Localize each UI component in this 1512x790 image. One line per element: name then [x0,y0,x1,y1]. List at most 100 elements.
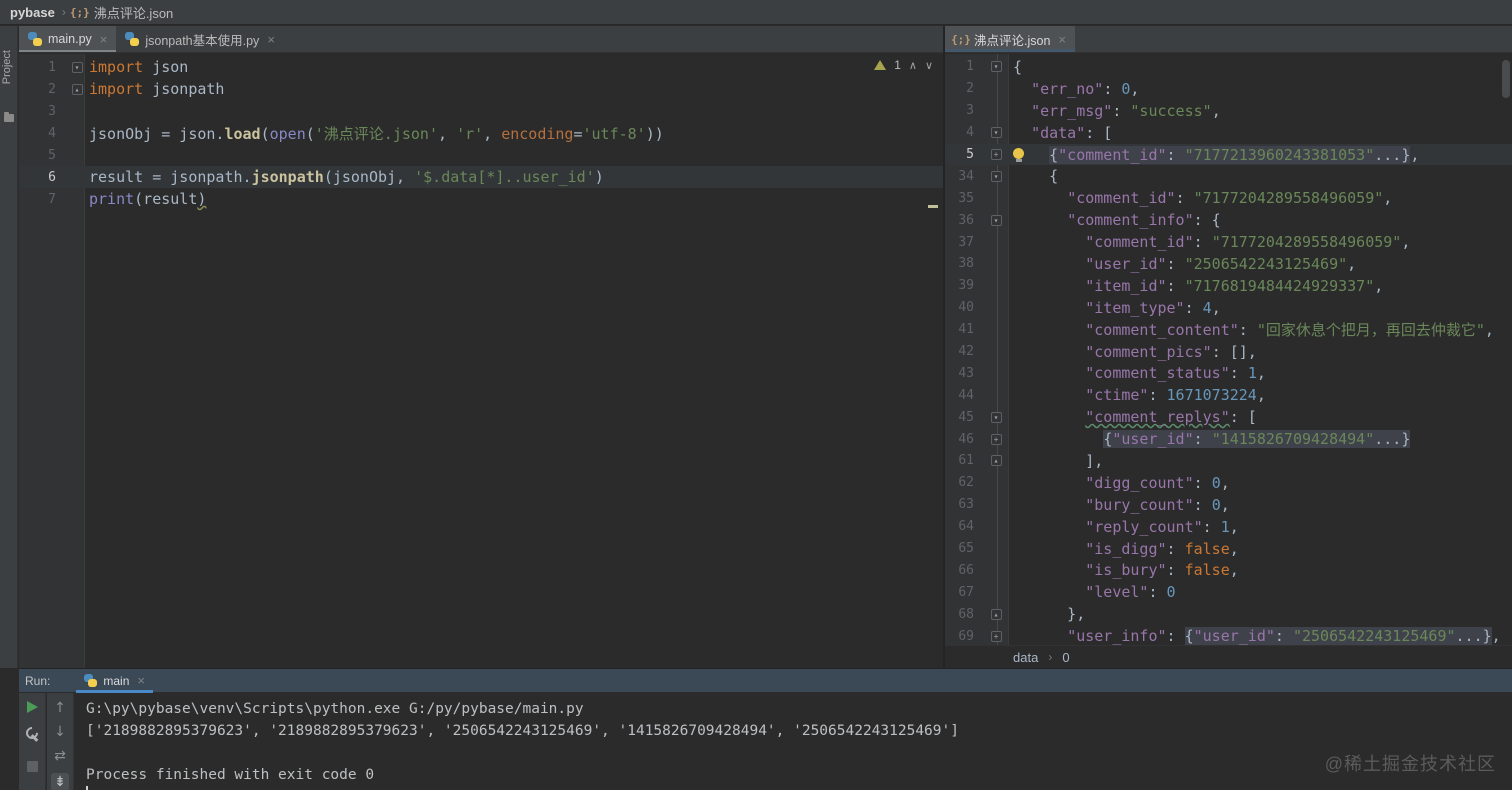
fold-column: ▴ [69,83,85,95]
code-text: "user_info": {"user_id": "25065422431254… [1009,627,1501,645]
line-number: 40 [958,300,974,316]
token: "err_no" [1031,79,1104,98]
token: ) [594,168,604,186]
breadcrumb-project[interactable]: pybase [10,5,55,20]
token: "user_id" [1085,254,1167,273]
close-tab-icon[interactable]: × [137,673,145,688]
code-text: "item_id": "7176819484424929337", [1009,277,1383,295]
line-number: 4 [966,125,974,141]
token: : [1166,627,1185,645]
prev-problem-icon[interactable]: ∧ [909,59,917,72]
python-editor[interactable]: 1 ▾ import json 2 ▴ import jsonpath 3 4 jsonObj … [19,54,943,668]
watermark: @稀土掘金技术社区 [1324,754,1496,774]
close-tab-icon[interactable]: × [100,32,108,47]
line-number: 2 [48,81,56,97]
token: "ctime" [1085,386,1149,405]
token: "level" [1085,583,1149,602]
line-number: 3 [48,103,56,119]
breadcrumb-file[interactable]: 沸点评论.json [94,3,173,22]
token: "is_bury" [1085,561,1167,580]
fold-marker[interactable]: ▴ [990,455,1002,467]
code-text: {"comment_id": "7177213960243381053"...}… [1009,145,1419,164]
tab-main-py[interactable]: main.py × [19,26,117,52]
fold-column: ▾ [983,411,1009,423]
fold-column: + [983,433,1009,445]
fold-marker[interactable]: + [990,433,1002,445]
token: : [1193,473,1212,492]
token: : [1148,386,1167,405]
tab-label: jsonpath基本使用.py [145,33,260,48]
fold-marker[interactable]: ▾ [990,170,1002,182]
fold-marker[interactable]: ▾ [990,411,1002,423]
token: "comment_id" [1067,189,1176,208]
next-problem-icon[interactable]: ∨ [925,59,933,72]
fold-marker[interactable]: ▾ [990,61,1002,73]
code-text: "comment_id": "7177204289558496059", [1009,189,1392,207]
token: 1 [1247,364,1257,383]
fold-marker[interactable]: ▾ [990,127,1002,139]
fold-marker[interactable]: ▾ [71,61,83,73]
close-tab-icon[interactable]: × [1058,32,1066,47]
token: jsonObj = json. [89,124,225,143]
close-tab-icon[interactable]: × [267,32,275,47]
fold-column: ▾ [69,61,85,73]
line-number: 42 [958,344,974,360]
token: : [1238,321,1257,340]
rerun-icon[interactable] [26,701,38,713]
code-line: 66 "is_bury": false, [945,559,1512,581]
fold-marker[interactable]: ▾ [990,214,1002,226]
line-number: 66 [958,562,974,578]
fold-marker[interactable]: + [990,630,1002,642]
token: encoding [501,124,574,143]
token: }, [1013,605,1086,624]
token: : [1148,583,1167,602]
fold-marker[interactable]: ▴ [71,83,83,95]
token: ], [1013,451,1104,470]
stop-icon[interactable] [26,761,38,772]
token: "7177213960243381053" [1184,145,1375,164]
breadcrumb-data[interactable]: data [1013,650,1038,665]
tab-label: 沸点评论.json [974,33,1051,48]
token: , [1401,233,1411,252]
token: , [1229,561,1239,580]
soft-wrap-icon[interactable]: ⇄ [54,749,66,763]
token: "digg_count" [1085,473,1194,492]
run-console[interactable]: G:\py\pybase\venv\Scripts\python.exe G:/… [86,698,1512,790]
fold-marker[interactable]: ▴ [990,608,1002,620]
tab-jsonpath-py[interactable]: jsonpath基本使用.py × [116,26,284,52]
down-stack-trace-icon[interactable]: ↓ [54,725,66,739]
json-editor[interactable]: 1 ▾{2 "err_no": 0, 3 "err_msg": "success",… [945,54,1512,645]
code-text: import jsonpath [85,80,224,98]
scroll-to-end-icon[interactable]: ⇟ [51,773,69,790]
tab-json-file[interactable]: {;} 沸点评论.json × [945,26,1075,52]
line-number: 34 [958,168,974,184]
token: : [ [1229,408,1257,427]
fold-column: + [983,630,1009,642]
inspections-widget[interactable]: 1 ∧ ∨ [874,58,933,72]
token: : [1184,298,1203,317]
scrollbar-thumb[interactable] [1502,60,1510,98]
fold-column: ▾ [983,61,1009,73]
run-tab-main[interactable]: main × [76,669,153,693]
python-file-icon [125,32,140,46]
project-tool-button[interactable]: Project [1,50,13,84]
settings-wrench-icon[interactable] [25,727,39,741]
scrollbar-warning-mark[interactable] [928,205,938,208]
intention-bulb-icon[interactable] [1013,147,1024,162]
breadcrumb-index[interactable]: 0 [1062,650,1069,665]
token: "comment_pics" [1085,342,1212,361]
token: 1 [1220,517,1230,536]
token: , [1220,495,1230,514]
token: : [1166,561,1185,580]
fold-marker[interactable]: + [990,149,1002,160]
token: jsonpath [251,168,324,186]
token: : [1193,233,1212,252]
up-stack-trace-icon[interactable]: ↑ [54,701,66,715]
json-file-icon: {;} [69,5,90,19]
token: { [1013,167,1059,186]
code-text: "comment_pics": [], [1009,343,1257,361]
